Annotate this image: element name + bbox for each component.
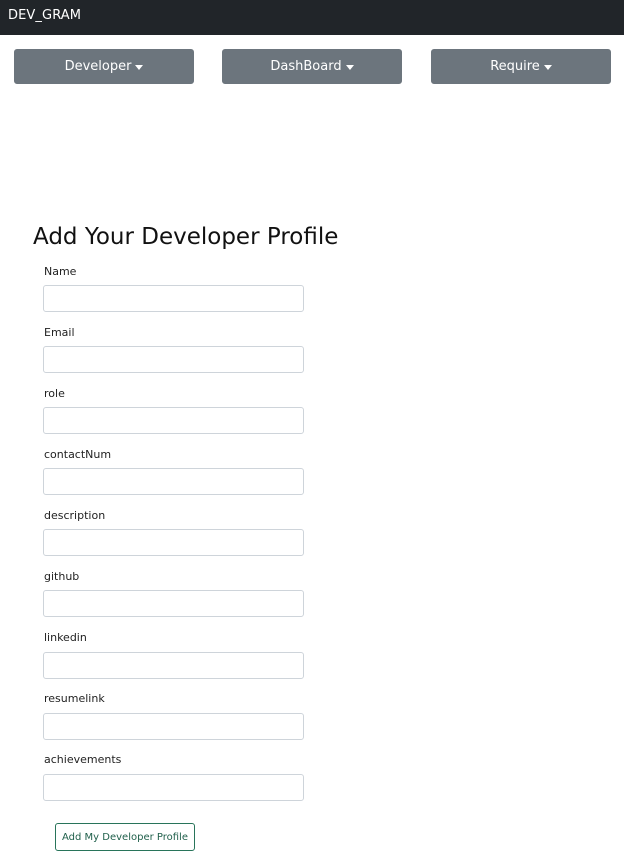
- form-title: Add Your Developer Profile: [33, 224, 339, 250]
- contact-num-label: contactNum: [44, 448, 112, 461]
- developer-dropdown-button[interactable]: Developer: [14, 49, 194, 84]
- dashboard-dropdown-button[interactable]: DashBoard: [222, 49, 402, 84]
- resumelink-input[interactable]: [43, 713, 304, 740]
- brand-logo-text[interactable]: DEV_GRAM: [8, 8, 81, 24]
- github-label: github: [44, 570, 80, 583]
- description-label: description: [44, 509, 106, 522]
- caret-down-icon: [543, 64, 552, 70]
- resumelink-label: resumelink: [44, 692, 105, 705]
- contact-num-input[interactable]: [43, 468, 304, 495]
- achievements-label: achievements: [44, 753, 122, 766]
- email-label: Email: [44, 326, 75, 339]
- require-dropdown-button[interactable]: Require: [431, 49, 611, 84]
- linkedin-input[interactable]: [43, 652, 304, 679]
- dashboard-dropdown-label: DashBoard: [270, 59, 342, 74]
- add-profile-submit-button[interactable]: Add My Developer Profile: [55, 823, 195, 851]
- name-input[interactable]: [43, 285, 304, 312]
- role-input[interactable]: [43, 407, 304, 434]
- github-input[interactable]: [43, 590, 304, 617]
- role-label: role: [44, 387, 65, 400]
- achievements-input[interactable]: [43, 774, 304, 801]
- require-dropdown-label: Require: [490, 59, 540, 74]
- name-label: Name: [44, 265, 77, 278]
- caret-down-icon: [135, 64, 144, 70]
- email-input[interactable]: [43, 346, 304, 373]
- caret-down-icon: [345, 64, 354, 70]
- linkedin-label: linkedin: [44, 631, 87, 644]
- top-navbar: DEV_GRAM: [0, 0, 624, 35]
- description-input[interactable]: [43, 529, 304, 556]
- developer-dropdown-label: Developer: [64, 59, 132, 74]
